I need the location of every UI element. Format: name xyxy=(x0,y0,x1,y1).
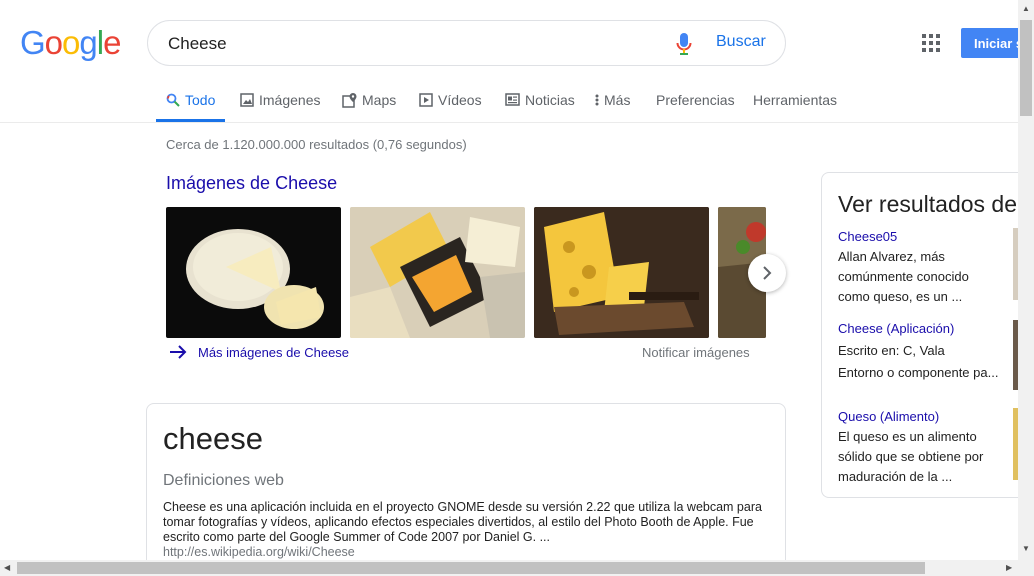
more-images-label: Más imágenes de Cheese xyxy=(198,344,350,360)
logo-letter: g xyxy=(79,24,97,61)
search-icon xyxy=(166,93,180,107)
vertical-scroll-thumb[interactable] xyxy=(1020,20,1032,116)
scroll-left-icon[interactable]: ◀ xyxy=(4,563,10,572)
apps-grid-icon[interactable] xyxy=(922,34,940,52)
vertical-scrollbar[interactable]: ▲ ▼ xyxy=(1018,0,1034,560)
tab-settings[interactable]: Preferencias xyxy=(656,92,735,122)
side-panel-title: Ver resultados de xyxy=(838,191,1018,217)
report-images-link[interactable]: Notificar imágenes xyxy=(642,345,750,360)
tab-label: Herramientas xyxy=(753,92,838,108)
more-vertical-icon xyxy=(595,94,599,106)
side-item-title[interactable]: Cheese (Aplicación) xyxy=(838,321,954,336)
side-item-desc: Escrito en: C, Vala xyxy=(838,343,945,358)
results-stats: Cerca de 1.120.000.000 resultados (0,76 … xyxy=(166,137,467,152)
search-tabs: Todo Imágenes Maps Vídeos Noticias Más P… xyxy=(0,84,1018,123)
map-icon xyxy=(342,93,357,108)
search-input[interactable] xyxy=(168,34,618,54)
tab-label: Todo xyxy=(185,92,216,108)
cheese-image-thumbnail[interactable] xyxy=(350,207,525,338)
side-item-title[interactable]: Queso (Alimento) xyxy=(838,409,939,424)
cheese-image-thumbnail[interactable] xyxy=(166,207,341,338)
tab-label: Imágenes xyxy=(259,92,321,108)
play-icon xyxy=(419,93,433,107)
tab-videos[interactable]: Vídeos xyxy=(419,92,482,122)
tab-tools[interactable]: Herramientas xyxy=(753,92,837,122)
side-item-desc: El queso es un alimento sólido que se ob… xyxy=(838,429,984,484)
images-heading[interactable]: Imágenes de Cheese xyxy=(166,173,337,194)
more-images-link[interactable]: Más imágenes de Cheese xyxy=(168,344,349,360)
microphone-icon[interactable] xyxy=(676,32,692,56)
scroll-right-icon[interactable]: ▶ xyxy=(1006,563,1012,572)
logo-letter: o xyxy=(44,24,63,61)
see-results-about-panel: Ver resultados de Cheese05 Allan Alvarez… xyxy=(821,172,1031,498)
search-box[interactable]: Buscar xyxy=(147,20,786,66)
tab-maps[interactable]: Maps xyxy=(342,92,396,122)
image-icon xyxy=(240,93,254,107)
logo-letter: G xyxy=(20,24,46,61)
tab-todo[interactable]: Todo xyxy=(156,92,226,122)
tab-label: Más xyxy=(604,92,631,108)
scroll-up-icon[interactable]: ▲ xyxy=(1022,4,1030,13)
side-item-desc: Allan Alvarez, más comúnmente conocido c… xyxy=(838,249,969,304)
logo-letter: o xyxy=(62,24,80,61)
google-logo[interactable]: Google xyxy=(20,24,121,62)
scroll-down-icon[interactable]: ▼ xyxy=(1022,544,1030,553)
tab-news[interactable]: Noticias xyxy=(505,92,575,122)
arrow-right-icon xyxy=(170,345,187,359)
tab-label: Preferencias xyxy=(656,92,735,108)
tab-label: Vídeos xyxy=(438,92,482,108)
tab-images[interactable]: Imágenes xyxy=(240,92,320,122)
horizontal-scroll-thumb[interactable] xyxy=(17,562,925,574)
definition-text: Cheese es una aplicación incluida en el … xyxy=(163,500,762,544)
tab-more[interactable]: Más xyxy=(595,92,630,122)
definition-source-title: Definiciones web xyxy=(163,472,284,489)
definition-url[interactable]: http://es.wikipedia.org/wiki/Cheese xyxy=(163,545,355,559)
side-item-title[interactable]: Cheese05 xyxy=(838,229,897,244)
horizontal-scrollbar[interactable]: ◀ ▶ xyxy=(0,560,1034,576)
side-item-desc: Entorno o componente pa... xyxy=(838,365,999,380)
search-button[interactable]: Buscar xyxy=(716,33,766,51)
chevron-right-icon xyxy=(763,266,772,280)
carousel-next-button[interactable] xyxy=(748,254,786,292)
tab-label: Maps xyxy=(362,92,397,108)
definition-word: cheese xyxy=(163,421,263,456)
definition-card: cheese Definiciones web Cheese es una ap… xyxy=(146,403,786,576)
news-icon xyxy=(505,93,520,106)
cheese-image-thumbnail[interactable] xyxy=(534,207,709,338)
logo-letter: e xyxy=(103,24,121,61)
tab-label: Noticias xyxy=(525,92,575,108)
signin-button[interactable]: Iniciar s xyxy=(961,28,1021,58)
